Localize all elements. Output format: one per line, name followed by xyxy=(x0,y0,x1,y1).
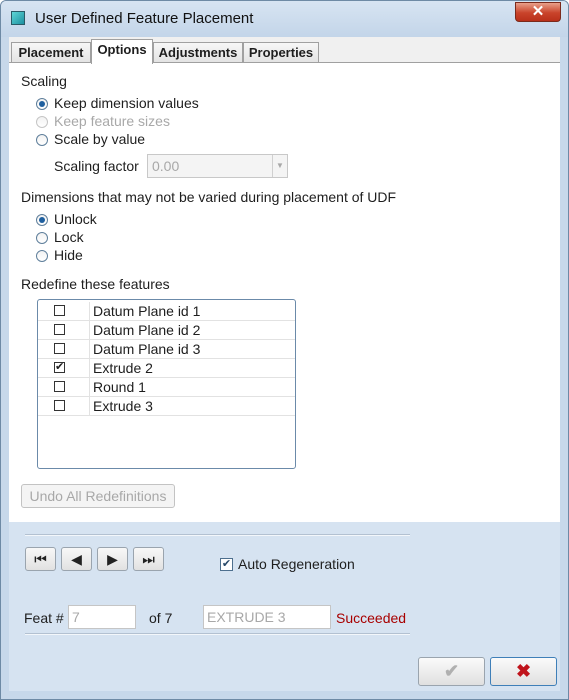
scaling-heading: Scaling xyxy=(21,73,67,89)
scaling-factor-combo: 0.00 ▼ xyxy=(147,154,288,178)
title-bar: User Defined Feature Placement ✕ xyxy=(1,1,568,37)
feature-checkbox[interactable] xyxy=(54,343,65,354)
hide-radio[interactable] xyxy=(36,250,48,262)
feature-checkbox[interactable] xyxy=(54,324,65,335)
list-item[interactable]: Datum Plane id 1 xyxy=(38,302,295,321)
ok-button[interactable]: ✔ xyxy=(418,657,485,686)
undo-all-redefinitions-button: Undo All Redefinitions xyxy=(21,484,175,508)
feature-name: Round 1 xyxy=(93,379,146,395)
feature-name: Datum Plane id 3 xyxy=(93,341,201,357)
feature-name: Datum Plane id 2 xyxy=(93,322,201,338)
feat-total-label: of 7 xyxy=(149,610,173,626)
separator xyxy=(25,534,410,536)
tab-options[interactable]: Options xyxy=(91,39,153,64)
udf-placement-window: User Defined Feature Placement ✕ Placeme… xyxy=(0,0,569,700)
column-divider xyxy=(89,340,90,358)
auto-regeneration-checkbox[interactable]: ✔ xyxy=(220,558,233,571)
cancel-button[interactable]: ✖ xyxy=(490,657,557,686)
unlock-radio[interactable] xyxy=(36,214,48,226)
feature-checkbox-checked[interactable]: ✔ xyxy=(54,362,65,373)
list-item[interactable]: Extrude 3 xyxy=(38,397,295,416)
column-divider xyxy=(89,359,90,377)
status-text: Succeeded xyxy=(336,610,407,626)
keep-dimension-values-label[interactable]: Keep dimension values xyxy=(54,95,199,111)
dialog-client: Placement Options Adjustments Properties… xyxy=(9,37,560,691)
list-item[interactable]: Datum Plane id 2 xyxy=(38,321,295,340)
feature-name: Extrude 2 xyxy=(93,360,153,376)
feature-checkbox[interactable] xyxy=(54,400,65,411)
unlock-label[interactable]: Unlock xyxy=(54,211,97,227)
scale-by-value-radio[interactable] xyxy=(36,134,48,146)
keep-dimension-values-radio[interactable] xyxy=(36,98,48,110)
scaling-factor-label: Scaling factor xyxy=(54,158,139,174)
first-feature-button[interactable]: ⏮ xyxy=(25,547,56,571)
app-icon xyxy=(11,11,25,25)
feature-checkbox[interactable] xyxy=(54,305,65,316)
feature-checkbox[interactable] xyxy=(54,381,65,392)
list-item[interactable]: Datum Plane id 3 xyxy=(38,340,295,359)
separator xyxy=(25,633,410,635)
keep-feature-sizes-radio xyxy=(36,116,48,128)
window-title: User Defined Feature Placement xyxy=(35,10,254,27)
next-feature-button[interactable]: ▶ xyxy=(97,547,128,571)
close-window-button[interactable]: ✕ xyxy=(515,2,561,22)
column-divider xyxy=(89,302,90,320)
dimensions-heading: Dimensions that may not be varied during… xyxy=(21,189,397,205)
playback-area: ⏮ ◀ ▶ ⏭ ✔ Auto Regeneration Feat # 7 of … xyxy=(9,522,560,691)
feature-name-field: EXTRUDE 3 xyxy=(203,605,331,629)
redefine-heading: Redefine these features xyxy=(21,276,170,292)
feature-name: Datum Plane id 1 xyxy=(93,303,201,319)
list-item[interactable]: Round 1 xyxy=(38,378,295,397)
lock-label[interactable]: Lock xyxy=(54,229,84,245)
feat-number-field[interactable]: 7 xyxy=(68,605,136,629)
list-item[interactable]: ✔ Extrude 2 xyxy=(38,359,295,378)
feature-name: Extrude 3 xyxy=(93,398,153,414)
redefine-features-list[interactable]: Datum Plane id 1 Datum Plane id 2 Datum … xyxy=(37,299,296,469)
options-panel: Scaling Keep dimension values Keep featu… xyxy=(9,62,560,522)
last-feature-button[interactable]: ⏭ xyxy=(133,547,164,571)
tab-properties[interactable]: Properties xyxy=(243,42,319,63)
scale-by-value-label[interactable]: Scale by value xyxy=(54,131,145,147)
chevron-down-icon: ▼ xyxy=(272,155,287,177)
auto-regeneration-label[interactable]: Auto Regeneration xyxy=(238,556,355,572)
scaling-factor-value: 0.00 xyxy=(152,158,180,174)
previous-feature-button[interactable]: ◀ xyxy=(61,547,92,571)
column-divider xyxy=(89,397,90,415)
lock-radio[interactable] xyxy=(36,232,48,244)
keep-feature-sizes-label: Keep feature sizes xyxy=(54,113,170,129)
column-divider xyxy=(89,321,90,339)
column-divider xyxy=(89,378,90,396)
tab-placement[interactable]: Placement xyxy=(11,42,91,63)
feat-number-label: Feat # xyxy=(24,610,64,626)
tab-adjustments[interactable]: Adjustments xyxy=(153,42,243,63)
hide-label[interactable]: Hide xyxy=(54,247,83,263)
